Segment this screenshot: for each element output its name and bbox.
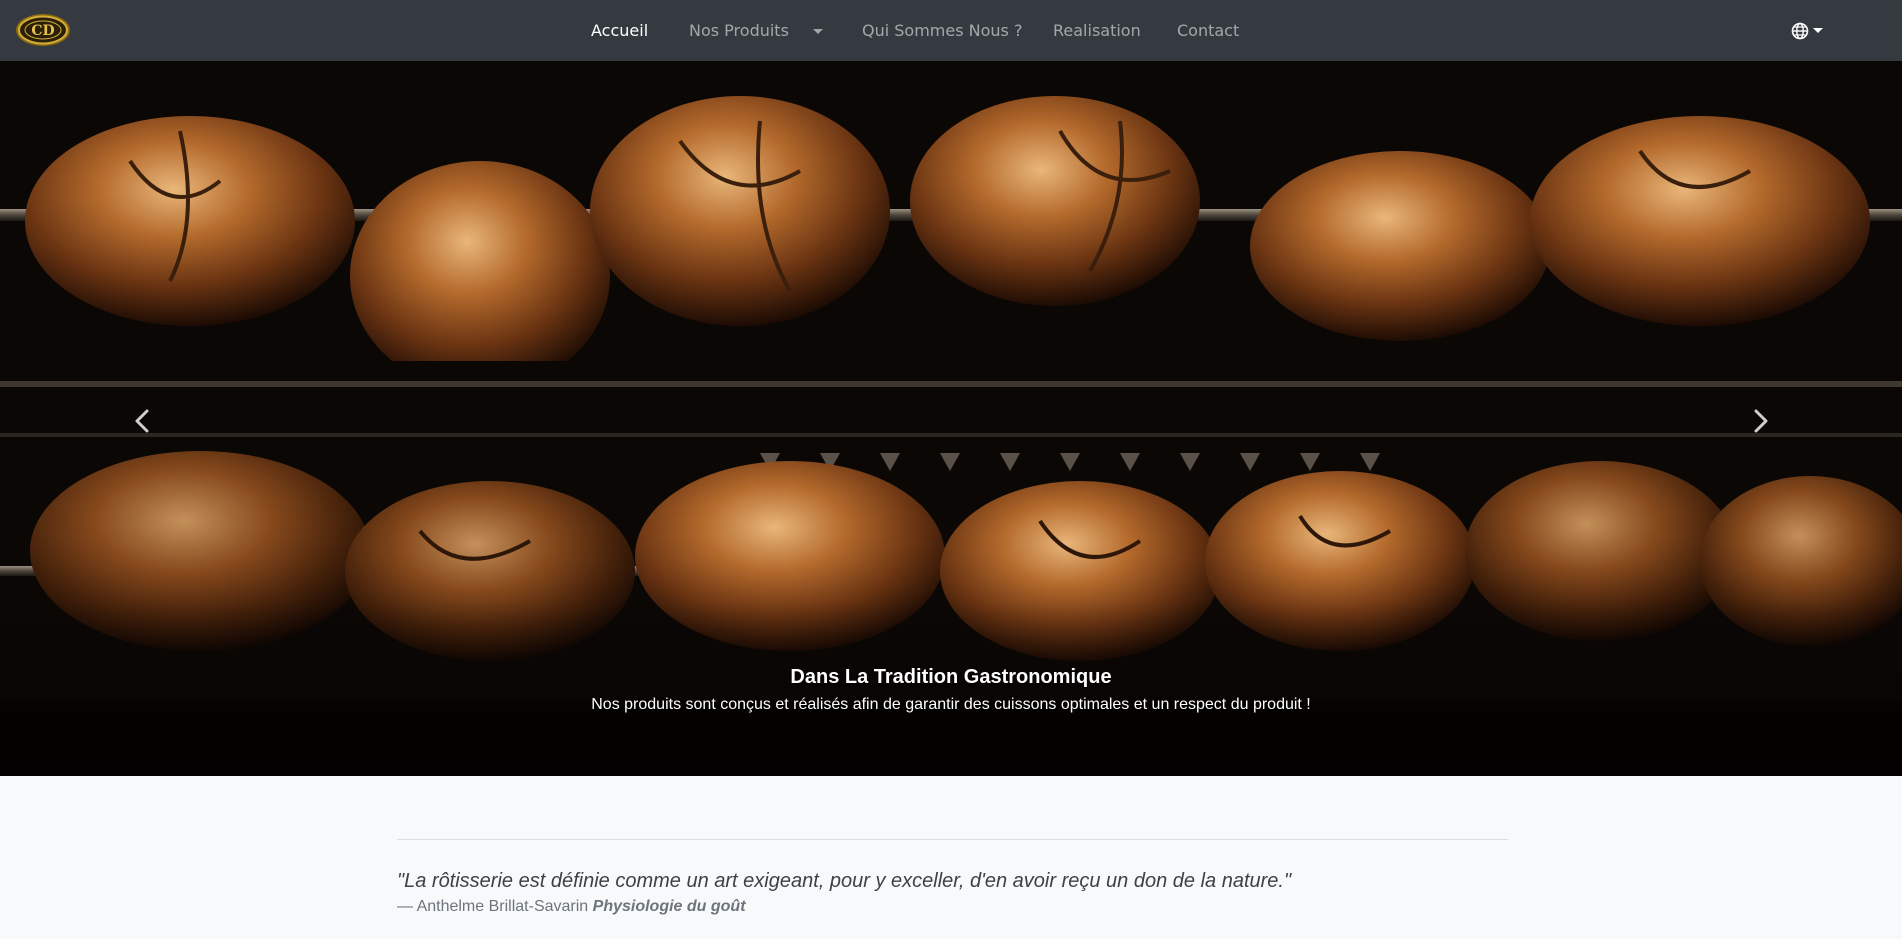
carousel-caption: Dans La Tradition Gastronomique Nos prod… (0, 663, 1902, 717)
top-navbar: CD Accueil Nos Produits Qui Sommes Nous … (0, 0, 1902, 61)
carousel-next-button[interactable] (1740, 401, 1780, 441)
caption-title: Dans La Tradition Gastronomique (790, 666, 1112, 688)
carousel-prev-button[interactable] (123, 401, 163, 441)
quote-author: — Anthelme Brillat-Savarin (397, 898, 589, 915)
hero-carousel: Dans La Tradition Gastronomique Nos prod… (0, 61, 1902, 776)
chevron-right-icon (1754, 409, 1768, 433)
nav-item-realisation[interactable]: Realisation (1053, 0, 1141, 61)
chevron-down-icon (1813, 28, 1823, 33)
nav-item-accueil[interactable]: Accueil (591, 0, 648, 61)
nav-item-contact[interactable]: Contact (1177, 0, 1239, 61)
nav-item-nos-produits-label: Nos Produits (689, 21, 789, 40)
divider (397, 839, 1508, 840)
nav-item-nos-produits[interactable]: Nos Produits (689, 0, 823, 61)
quote-text: "La rôtisserie est définie comme un art … (397, 870, 1292, 892)
nav-item-qui-sommes-nous[interactable]: Qui Sommes Nous ? (862, 0, 1022, 61)
caption-text: Nos produits sont conçus et réalisés afi… (591, 696, 1311, 713)
quote-section: "La rôtisserie est définie comme un art … (397, 839, 1508, 918)
chevron-left-icon (135, 409, 149, 433)
quote-footer: — Anthelme Brillat-Savarin Physiologie d… (397, 896, 1508, 918)
globe-icon (1791, 22, 1809, 40)
blockquote: "La rôtisserie est définie comme un art … (397, 868, 1508, 918)
language-dropdown-toggle[interactable] (1791, 20, 1827, 42)
quote-source: Physiologie du goût (592, 898, 746, 915)
nav-menu: Accueil Nos Produits Qui Sommes Nous ? R… (0, 0, 1902, 61)
chevron-down-icon (812, 29, 823, 34)
